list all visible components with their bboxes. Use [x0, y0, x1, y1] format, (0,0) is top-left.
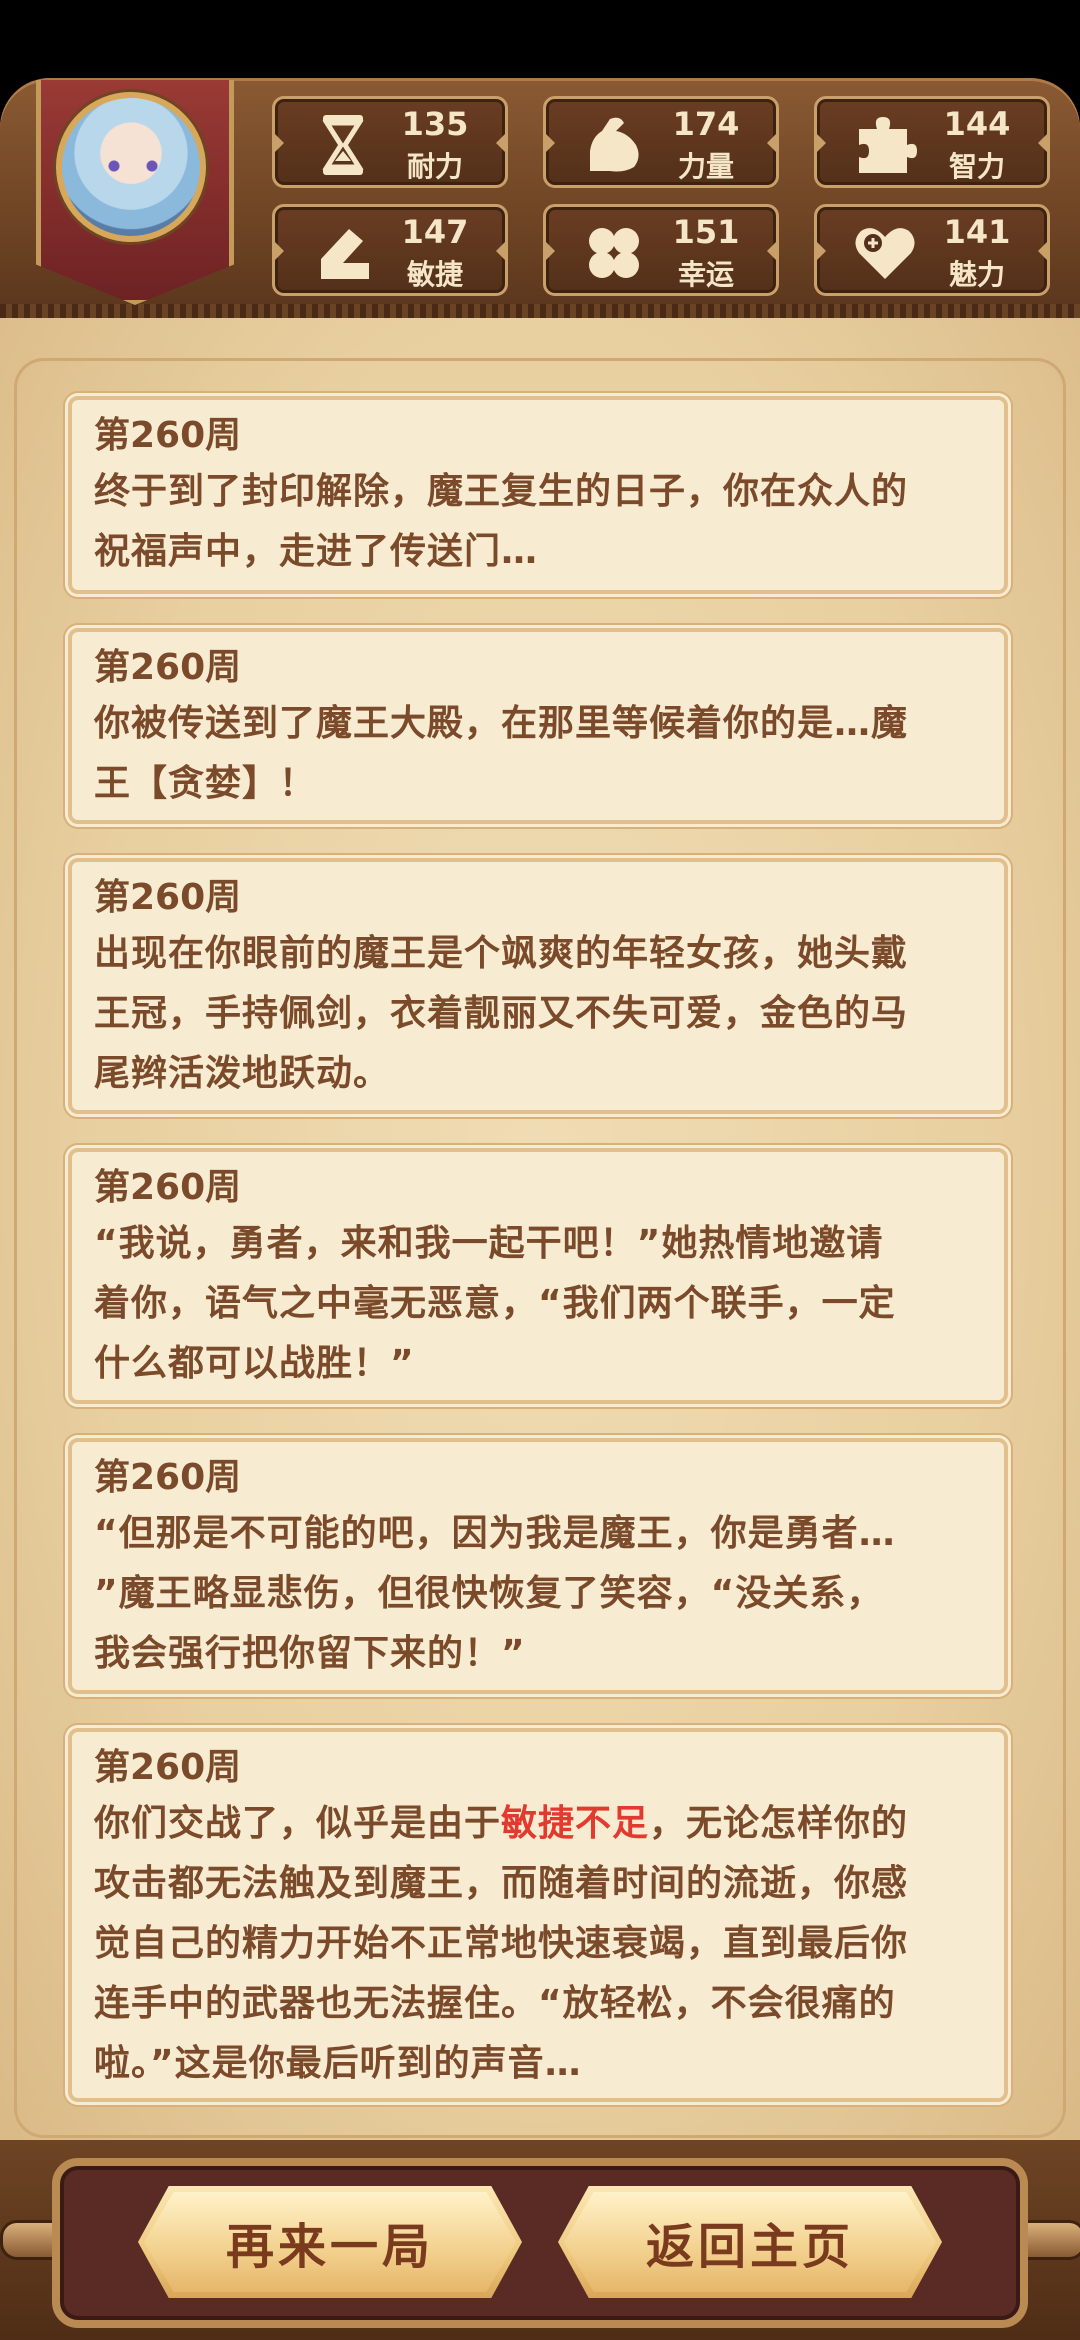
play-again-button[interactable]: 再来一局 [138, 2186, 522, 2298]
stat-label: 幸运 [677, 258, 734, 291]
clover-icon [589, 228, 639, 278]
stat-luck: 151 幸运 [543, 204, 779, 296]
log-entry: 第260周 你们交战了，似乎是由于敏捷不足，无论怎样你的 攻击都无法触及到魔王，… [68, 1728, 1008, 2102]
stat-value: 151 [672, 213, 740, 251]
log-text: 出现在你眼前的魔王是个飒爽的年轻女孩，她头戴 [94, 933, 909, 974]
stat-label: 敏捷 [406, 258, 463, 291]
flexed-arm-icon [590, 117, 639, 172]
heart-plus-icon [855, 228, 915, 279]
log-text: “但那是不可能的吧，因为我是魔王，你是勇者… [94, 1513, 896, 1554]
log-entry: 第260周 “我说，勇者，来和我一起干吧！”她热情地邀请 着你，语气之中毫无恶意… [68, 1148, 1008, 1404]
stat-label: 魅力 [948, 258, 1005, 291]
log-text: 终于到了封印解除，魔王复生的日子，你在众人的 [94, 471, 909, 512]
play-again-label: 再来一局 [225, 2219, 434, 2275]
stat-value: 141 [943, 213, 1011, 251]
week-label: 第260周 [94, 1457, 242, 1498]
log-text: 你被传送到了魔王大殿，在那里等候着你的是…魔 [94, 703, 909, 744]
log-text: 祝福声中，走进了传送门… [94, 531, 539, 572]
log-text: 我会强行把你留下来的！” [94, 1633, 526, 1674]
stat-charm: 141 魅力 [814, 204, 1050, 296]
log-text: 觉自己的精力开始不正常地快速衰竭，直到最后你 [94, 1923, 909, 1964]
week-label: 第260周 [94, 647, 242, 688]
log-text: 攻击都无法触及到魔王，而随着时间的流逝，你感 [94, 1863, 909, 1904]
highlight-keyword: 敏捷不足 [501, 1803, 650, 1844]
return-home-label: 返回主页 [645, 2219, 854, 2275]
log-text-segment: 你们交战了，似乎是由于 [94, 1803, 502, 1844]
stat-strength: 174 力量 [543, 96, 779, 188]
log-text: 你们交战了，似乎是由于敏捷不足，无论怎样你的 [94, 1794, 982, 1854]
log-entry: 第260周 出现在你眼前的魔王是个飒爽的年轻女孩，她头戴 王冠，手持佩剑，衣着靓… [68, 858, 1008, 1114]
stat-label: 耐力 [406, 150, 463, 183]
log-text: 连手中的武器也无法握住。“放轻松，不会很痛的 [94, 1983, 896, 2024]
log-text-segment: ，无论怎样你的 [649, 1803, 909, 1844]
log-text: 尾辫活泼地跃动。 [94, 1053, 391, 1094]
return-home-button[interactable]: 返回主页 [558, 2186, 942, 2298]
stat-value: 174 [672, 105, 740, 143]
log-text: 王【贪婪】！ [94, 763, 317, 804]
stat-label: 智力 [948, 150, 1005, 183]
week-label: 第260周 [94, 415, 242, 456]
log-entry: 第260周 你被传送到了魔王大殿，在那里等候着你的是…魔 王【贪婪】！ [68, 628, 1008, 824]
week-label: 第260周 [94, 1167, 242, 1208]
stat-stamina: 135 耐力 [272, 96, 508, 188]
hourglass-icon [322, 115, 364, 175]
log-text: 着你，语气之中毫无恶意，“我们两个联手，一定 [94, 1283, 896, 1324]
boot-icon [321, 229, 369, 279]
log-text: 王冠，手持佩剑，衣着靓丽又不失可爱，金色的马 [94, 993, 909, 1034]
log-text: “我说，勇者，来和我一起干吧！”她热情地邀请 [94, 1223, 884, 1264]
stat-agility: 147 敏捷 [272, 204, 508, 296]
week-label: 第260周 [94, 1747, 242, 1788]
puzzle-icon [859, 117, 917, 173]
log-entry: 第260周 “但那是不可能的吧，因为我是魔王，你是勇者… ”魔王略显悲伤，但很快… [68, 1438, 1008, 1694]
stat-label: 力量 [677, 150, 734, 183]
avatar[interactable] [56, 92, 206, 242]
log-text: 什么都可以战胜！” [94, 1343, 415, 1384]
stat-value: 135 [401, 105, 469, 143]
week-label: 第260周 [94, 877, 242, 918]
stat-value: 147 [401, 213, 469, 251]
log-text: 啦。”这是你最后听到的声音… [94, 2043, 582, 2084]
log-entry: 第260周 终于到了封印解除，魔王复生的日子，你在众人的 祝福声中，走进了传送门… [68, 396, 1008, 594]
stat-value: 144 [943, 105, 1011, 143]
stat-intelligence: 144 智力 [814, 96, 1050, 188]
log-text: ”魔王略显悲伤，但很快恢复了笑容，“没关系， [94, 1573, 884, 1614]
